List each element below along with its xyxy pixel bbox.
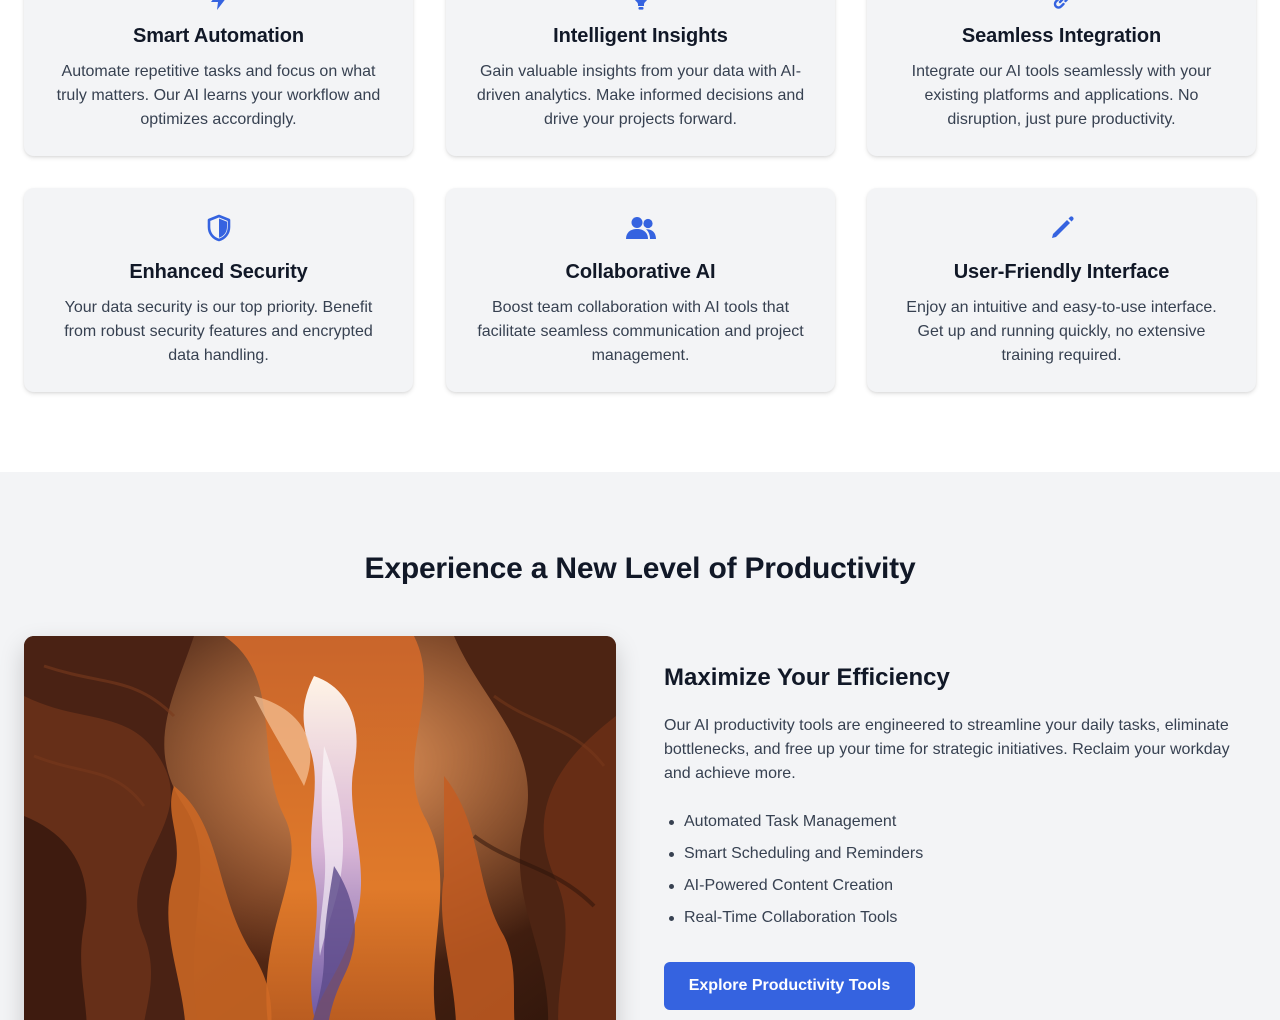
list-item: Automated Task Management [664, 810, 1244, 834]
users-icon [446, 214, 835, 242]
efficiency-heading: Maximize Your Efficiency [664, 664, 950, 691]
feature-description: Boost team collaboration with AI tools t… [477, 299, 804, 364]
link-icon [867, 0, 1256, 14]
feature-title: Intelligent Insights [553, 25, 728, 47]
feature-title: Seamless Integration [961, 25, 1162, 47]
bullet-icon [669, 884, 674, 889]
feature-list: Automated Task Management Smart Scheduli… [664, 810, 1244, 930]
efficiency-content: Maximize Your Efficiency Our AI producti… [664, 662, 1244, 1010]
feature-description: Gain valuable insights from your data wi… [476, 63, 805, 128]
bullet-icon [669, 916, 674, 921]
feature-card-seamless-integration: Seamless Integration Integrate our AI to… [867, 0, 1256, 156]
feature-description: Enjoy an intuitive and easy-to-use inter… [906, 299, 1217, 364]
feature-card-intelligent-insights: Intelligent Insights Gain valuable insig… [446, 0, 835, 156]
list-item-label: Real-Time Collaboration Tools [684, 909, 898, 926]
list-item: Smart Scheduling and Reminders [664, 842, 1244, 866]
feature-title: Smart Automation [133, 25, 304, 47]
lightbulb-icon [446, 0, 835, 14]
feature-card-smart-automation: Smart Automation Automate repetitive tas… [24, 0, 413, 156]
bullet-icon [669, 852, 674, 857]
pencil-icon [867, 214, 1256, 242]
explore-productivity-tools-button[interactable]: Explore Productivity Tools [664, 962, 915, 1010]
shield-icon [24, 214, 413, 242]
feature-title: Enhanced Security [129, 261, 308, 283]
lightning-icon [24, 0, 413, 14]
list-item-label: AI-Powered Content Creation [684, 877, 893, 894]
canyon-photo [24, 636, 616, 1020]
feature-description: Automate repetitive tasks and focus on w… [56, 63, 381, 128]
productivity-section: Experience a New Level of Productivity M… [0, 472, 1280, 1020]
feature-title: Collaborative AI [565, 261, 716, 283]
bullet-icon [669, 820, 674, 825]
section-heading: Experience a New Level of Productivity [364, 552, 916, 585]
list-item: AI-Powered Content Creation [664, 874, 1244, 898]
efficiency-description: Our AI productivity tools are engineered… [664, 717, 1230, 782]
feature-card-enhanced-security: Enhanced Security Your data security is … [24, 188, 413, 392]
feature-card-user-friendly-interface: User-Friendly Interface Enjoy an intuiti… [867, 188, 1256, 392]
list-item-label: Smart Scheduling and Reminders [684, 845, 924, 862]
list-item: Real-Time Collaboration Tools [664, 906, 1244, 930]
feature-description: Your data security is our top priority. … [64, 299, 373, 364]
feature-description: Integrate our AI tools seamlessly with y… [911, 63, 1212, 128]
features-section: Smart Automation Automate repetitive tas… [0, 0, 1280, 472]
list-item-label: Automated Task Management [684, 813, 897, 830]
feature-card-collaborative-ai: Collaborative AI Boost team collaboratio… [446, 188, 835, 392]
feature-title: User-Friendly Interface [953, 261, 1170, 283]
